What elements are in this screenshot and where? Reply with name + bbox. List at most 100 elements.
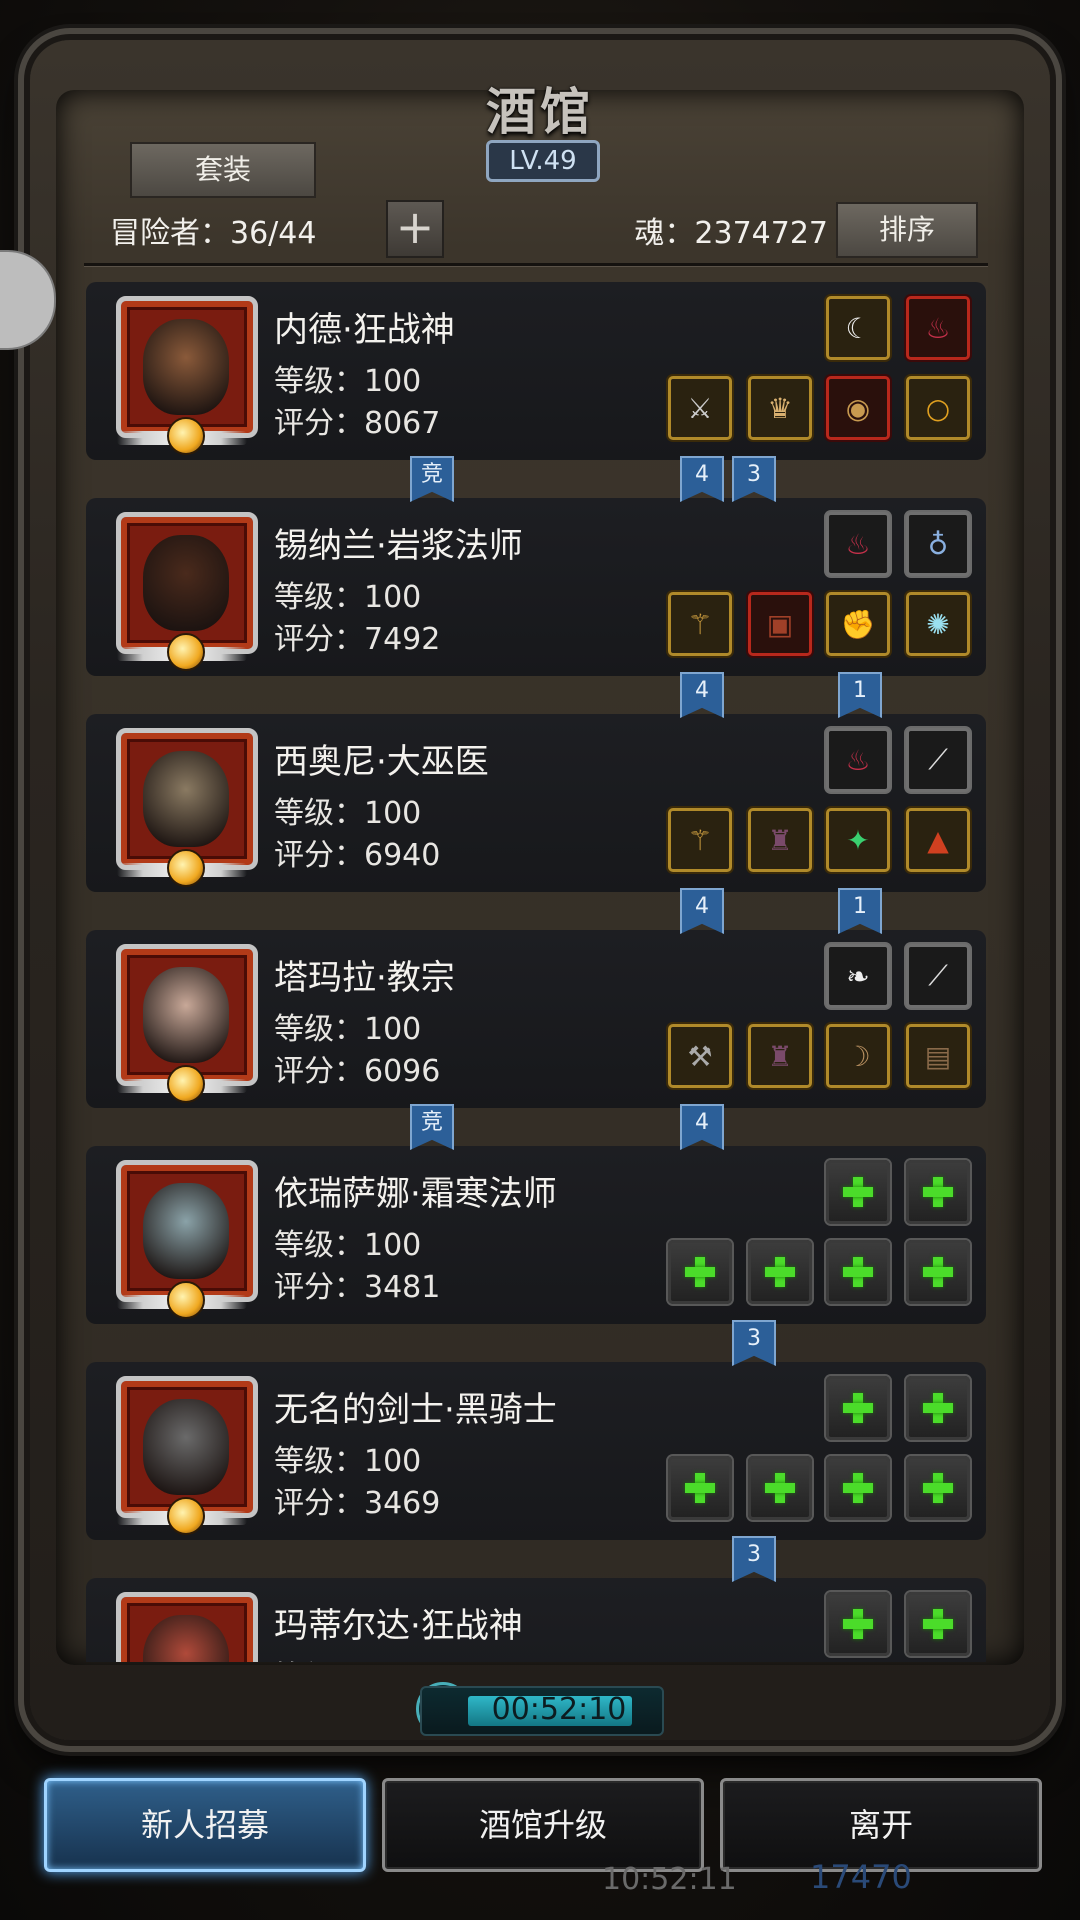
hammer-icon: ⚒ <box>687 1039 713 1073</box>
relic-icon: ◉ <box>845 391 871 425</box>
cloak-icon: ▤ <box>924 1039 952 1073</box>
wing-icon: ❧ <box>846 959 870 993</box>
hero-portrait[interactable] <box>116 1376 258 1535</box>
empty-equipment-slot[interactable] <box>826 1456 890 1520</box>
suit-button[interactable]: 套装 <box>130 142 316 198</box>
equipment-slot[interactable]: ▲ <box>906 808 970 872</box>
hero-level: 等级：100 <box>274 580 422 615</box>
empty-equipment-slot[interactable] <box>826 1160 890 1224</box>
equipment-slot[interactable]: ⚔ <box>668 376 732 440</box>
equipment-slot[interactable]: ◉ <box>826 376 890 440</box>
equipment-slot[interactable]: ✦ <box>826 808 890 872</box>
page-title: 酒馆 <box>486 83 594 141</box>
hero-card[interactable]: 塔玛拉·教宗 等级：100 评分：6096 ❧ ⟋ ⚒ ♜ ☽ ▤ <box>86 930 986 1108</box>
add-equipment-icon <box>921 1255 955 1289</box>
hero-name: 内德·狂战神 <box>274 310 455 350</box>
hero-name: 玛蒂尔达·狂战神 <box>274 1606 523 1646</box>
equipment-slot[interactable]: ♨ <box>906 296 970 360</box>
add-equipment-icon <box>683 1255 717 1289</box>
equipment-slot[interactable]: ❧ <box>826 944 890 1008</box>
hero-card[interactable]: 内德·狂战神 等级：100 评分：8067 ☾ ♨ ⚔ ♛ ◉ ○ <box>86 282 986 460</box>
moon-gem-icon <box>167 1065 205 1103</box>
equipment-slot[interactable]: ✺ <box>906 592 970 656</box>
hero-portrait[interactable] <box>116 1160 258 1319</box>
moon-gem-icon <box>167 633 205 671</box>
hero-score: 评分：3469 <box>274 1486 441 1521</box>
hero-card[interactable]: 玛蒂尔达·狂战神等级：100评分：3300 <box>86 1578 986 1662</box>
equipment-slot[interactable]: ⚚ <box>668 592 732 656</box>
empty-equipment-slot[interactable] <box>906 1240 970 1304</box>
equipment-slot[interactable]: ♜ <box>748 808 812 872</box>
hero-face-image <box>143 319 229 415</box>
staff-icon: ⚚ <box>687 823 713 857</box>
equipment-slot[interactable]: ⟋ <box>906 728 970 792</box>
empty-equipment-slot[interactable] <box>748 1240 812 1304</box>
hero-face-image <box>143 1615 229 1662</box>
rank-ribbon-badge: 竞 <box>410 1104 454 1150</box>
empty-equipment-slot[interactable] <box>906 1456 970 1520</box>
equipment-slot[interactable]: ☾ <box>826 296 890 360</box>
add-slot-button[interactable]: + <box>386 200 444 258</box>
hero-portrait[interactable] <box>116 944 258 1103</box>
hero-portrait[interactable] <box>116 296 258 455</box>
equipment-slot[interactable]: ♁ <box>906 512 970 576</box>
hero-level: 等级：100 <box>274 1012 422 1047</box>
equipment-slot[interactable]: ♛ <box>748 376 812 440</box>
adventurer-count: 冒险者：36/44 <box>110 216 317 251</box>
hero-level: 等级：100 <box>274 1444 422 1479</box>
gem-icon: ✦ <box>846 823 870 857</box>
sort-button[interactable]: 排序 <box>836 202 978 258</box>
empty-equipment-slot[interactable] <box>826 1376 890 1440</box>
equipment-slot[interactable]: ♜ <box>748 1024 812 1088</box>
hero-card[interactable]: 无名的剑士·黑骑士 等级：100 评分：3469 <box>86 1362 986 1540</box>
empty-equipment-slot[interactable] <box>906 1592 970 1656</box>
equipment-slot[interactable]: ⚚ <box>668 808 732 872</box>
empty-equipment-slot[interactable] <box>826 1592 890 1656</box>
rank-ribbon-badge: 3 <box>732 1536 776 1582</box>
pouch-icon: ♨ <box>925 311 951 345</box>
hero-portrait[interactable] <box>116 728 258 887</box>
equipment-slot[interactable]: ♨ <box>826 728 890 792</box>
soul-currency: 魂：2374727 <box>634 216 828 251</box>
add-equipment-icon <box>921 1391 955 1425</box>
pouch-icon: ♨ <box>845 527 871 561</box>
rank-ribbon-badge: 3 <box>732 456 776 502</box>
empty-equipment-slot[interactable] <box>906 1376 970 1440</box>
recruit-button[interactable]: 新人招募 <box>44 1778 366 1872</box>
equipment-slot[interactable]: ✊ <box>826 592 890 656</box>
hero-score: 评分：7492 <box>274 622 441 657</box>
empty-equipment-slot[interactable] <box>748 1456 812 1520</box>
hero-portrait[interactable] <box>116 512 258 671</box>
equipment-slot[interactable]: ○ <box>906 376 970 440</box>
hero-name: 依瑞萨娜·霜寒法师 <box>274 1174 557 1214</box>
hero-portrait[interactable] <box>116 1592 258 1662</box>
empty-equipment-slot[interactable] <box>668 1456 732 1520</box>
hero-list[interactable]: 内德·狂战神 等级：100 评分：8067 ☾ ♨ ⚔ ♛ ◉ ○ 锡纳兰·岩浆法师 等级：100 评… <box>86 282 986 1662</box>
equipment-slot[interactable]: ☽ <box>826 1024 890 1088</box>
add-equipment-icon <box>841 1607 875 1641</box>
hero-score: 评分：6096 <box>274 1054 441 1089</box>
hero-card[interactable]: 西奥尼·大巫医 等级：100 评分：6940 ♨ ⟋ ⚚ ♜ ✦ ▲ <box>86 714 986 892</box>
hero-card[interactable]: 锡纳兰·岩浆法师等级：100 评分：7492 ♨ ♁ ⚚ ▣ ✊ ✺ <box>86 498 986 676</box>
hero-card[interactable]: 依瑞萨娜·霜寒法师 等级：100 评分：3481 <box>86 1146 986 1324</box>
empty-equipment-slot[interactable] <box>668 1240 732 1304</box>
add-equipment-icon <box>841 1391 875 1425</box>
equipment-slot[interactable]: ▤ <box>906 1024 970 1088</box>
hero-level: 等级：100 <box>274 1652 421 1662</box>
empty-equipment-slot[interactable] <box>906 1160 970 1224</box>
equipment-slot[interactable]: ♨ <box>826 512 890 576</box>
rank-ribbon-badge: 3 <box>732 1320 776 1366</box>
background-clock-text: 10:52:11 <box>602 1862 737 1897</box>
empty-equipment-slot[interactable] <box>826 1240 890 1304</box>
tavern-upgrade-button[interactable]: 酒馆升级 <box>382 1778 704 1872</box>
add-equipment-icon <box>683 1471 717 1505</box>
equipment-slot[interactable]: ⚒ <box>668 1024 732 1088</box>
hero-name: 锡纳兰·岩浆法师 <box>274 526 523 566</box>
equipment-slot[interactable]: ⟋ <box>906 944 970 1008</box>
equipment-slot[interactable]: ▣ <box>748 592 812 656</box>
hero-score: 评分：6940 <box>274 838 441 873</box>
rank-ribbon-badge: 竞 <box>410 456 454 502</box>
moon-gem-icon <box>167 1281 205 1319</box>
cane-icon: ⟋ <box>928 743 948 776</box>
robe-icon: ♜ <box>767 823 793 857</box>
